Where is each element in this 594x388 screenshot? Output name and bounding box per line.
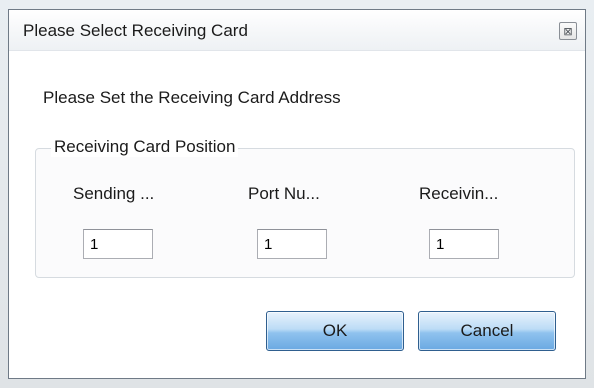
receiving-card-label: Receivin... [419,184,499,203]
instruction-heading: Please Set the Receiving Card Address [43,88,341,107]
port-number-label: Port Nu... [248,184,320,203]
dialog-content: Please Set the Receiving Card Address Re… [9,51,585,378]
close-button[interactable]: ⊠ [559,22,577,40]
dialog-title: Please Select Receiving Card [23,21,248,40]
group-title: Receiving Card Position [51,137,239,157]
ok-button[interactable]: OK [266,311,404,351]
receiving-card-input[interactable] [429,229,499,259]
port-number-input[interactable] [257,229,327,259]
sending-card-label: Sending ... [73,184,155,203]
select-receiving-card-dialog: Please Select Receiving Card ⊠ Please Se… [8,9,586,379]
title-bar: Please Select Receiving Card ⊠ [9,10,585,51]
close-icon: ⊠ [563,24,573,38]
sending-card-input[interactable] [83,229,153,259]
cancel-button[interactable]: Cancel [418,311,556,351]
